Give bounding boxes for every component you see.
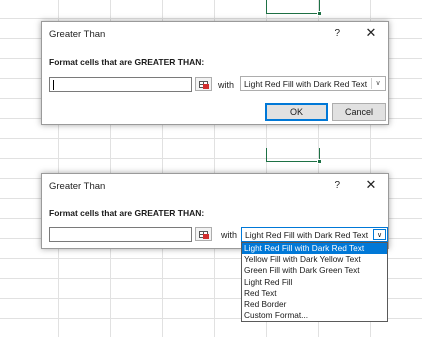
collapse-range-button[interactable] (195, 227, 212, 241)
format-option[interactable]: Light Red Fill (242, 277, 387, 288)
greater-than-dialog-expanded: Greater Than ? ✕ Format cells that are G… (41, 173, 389, 249)
cell-selection (266, 148, 322, 164)
format-select-value: Light Red Fill with Dark Red Text (245, 230, 369, 240)
greater-than-dialog: Greater Than ? ✕ Format cells that are G… (41, 21, 389, 125)
dialog-prompt: Format cells that are GREATER THAN: (49, 208, 205, 218)
close-button[interactable]: ✕ (362, 24, 380, 42)
text-caret (53, 80, 54, 90)
format-select[interactable]: Light Red Fill with Dark Red Text ∨ (240, 76, 386, 91)
help-button[interactable]: ? (334, 28, 340, 39)
value-input[interactable] (49, 77, 192, 92)
chevron-down-icon[interactable]: ∨ (373, 229, 386, 240)
format-options-list: Light Red Fill with Dark Red Text Yellow… (241, 242, 388, 322)
format-option[interactable]: Custom Format... (242, 310, 387, 321)
value-input[interactable] (49, 227, 192, 242)
format-option[interactable]: Green Fill with Dark Green Text (242, 265, 387, 276)
cancel-button[interactable]: Cancel (332, 103, 386, 121)
with-label: with (221, 230, 238, 240)
chevron-down-icon[interactable]: ∨ (371, 78, 384, 89)
format-option[interactable]: Light Red Fill with Dark Red Text (242, 243, 387, 255)
format-select-value: Light Red Fill with Dark Red Text (244, 79, 368, 89)
format-option[interactable]: Red Border (242, 299, 387, 310)
with-label: with (218, 80, 235, 90)
dialog-title: Greater Than (49, 181, 106, 192)
format-option[interactable]: Yellow Fill with Dark Yellow Text (242, 254, 387, 265)
cell-selection (266, 0, 322, 16)
close-button[interactable]: ✕ (362, 176, 380, 194)
format-option[interactable]: Red Text (242, 288, 387, 299)
dialog-title: Greater Than (49, 29, 106, 40)
collapse-range-button[interactable] (195, 77, 212, 91)
ok-button[interactable]: OK (265, 103, 328, 121)
dialog-prompt: Format cells that are GREATER THAN: (49, 57, 205, 67)
help-button[interactable]: ? (334, 180, 340, 191)
format-select[interactable]: Light Red Fill with Dark Red Text ∨ (241, 227, 388, 242)
